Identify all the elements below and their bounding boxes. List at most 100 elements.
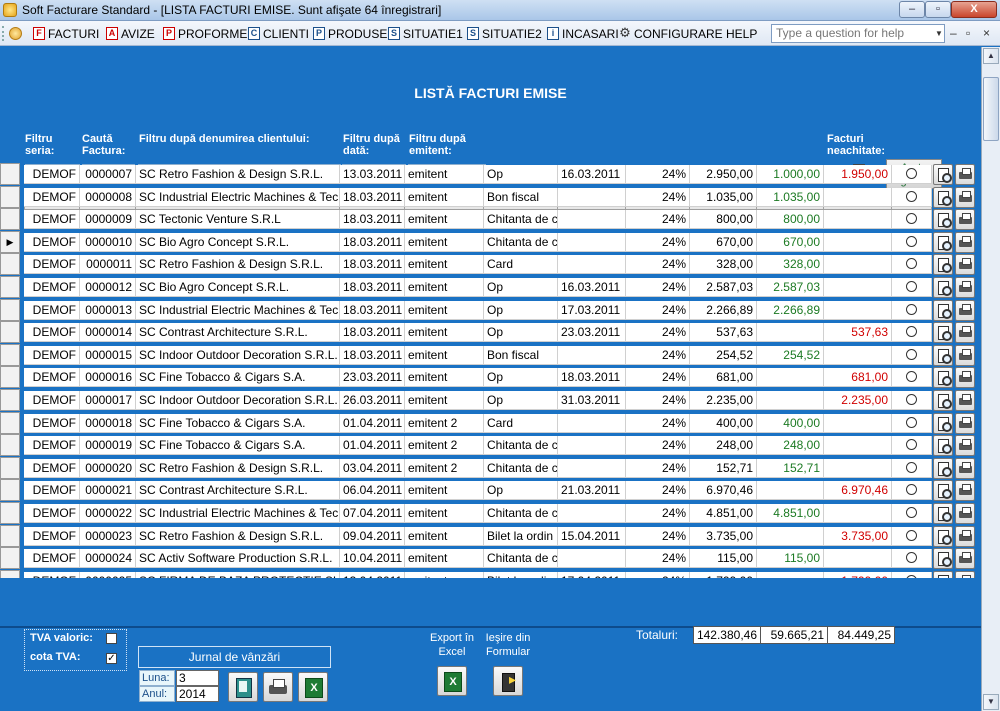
preview-invoice-icon[interactable] xyxy=(933,548,953,570)
cell-suma[interactable]: 1.799,00 xyxy=(690,571,757,578)
cancelled-radio[interactable] xyxy=(906,416,917,428)
cell-tva[interactable]: 24% xyxy=(626,458,690,478)
cell-achitat[interactable]: 248,00 xyxy=(757,436,824,456)
cell-rest[interactable] xyxy=(824,210,892,230)
jurnal-preview-button[interactable] xyxy=(228,672,258,702)
cell-seria[interactable]: DEMOF xyxy=(24,345,80,365)
cell-rest[interactable] xyxy=(824,187,892,207)
cancelled-radio[interactable] xyxy=(906,213,917,225)
table-row[interactable]: DEMOF 0000015 SC Indoor Outdoor Decoration… xyxy=(0,343,981,367)
cell-seria[interactable]: DEMOF xyxy=(24,187,80,207)
cell-termen[interactable]: 15.04.2011 xyxy=(558,526,626,546)
cell-tva[interactable]: 24% xyxy=(626,549,690,569)
row-selector[interactable] xyxy=(0,411,20,434)
cancelled-radio[interactable] xyxy=(906,348,917,360)
cell-rest[interactable]: 2.235,00 xyxy=(824,391,892,410)
cell-nr-fact-[interactable]: 0000011 xyxy=(80,255,136,275)
cell-plata[interactable]: Card xyxy=(484,413,558,433)
cell-seria[interactable]: DEMOF xyxy=(24,549,80,569)
cell-suma[interactable]: 681,00 xyxy=(690,368,757,388)
cell-plata[interactable]: Op xyxy=(484,300,558,320)
cell-termen[interactable] xyxy=(558,549,626,569)
cell-tva[interactable]: 24% xyxy=(626,391,690,410)
cell-seria[interactable]: DEMOF xyxy=(24,300,80,320)
cell-achitat[interactable] xyxy=(757,526,824,546)
menu-help[interactable]: HELP xyxy=(726,25,757,42)
row-selector[interactable] xyxy=(0,366,20,389)
cell-seria[interactable]: DEMOF xyxy=(24,232,80,252)
cell-client[interactable]: SC Bio Agro Concept S.R.L. xyxy=(136,232,340,252)
cell-suma[interactable]: 2.587,03 xyxy=(690,278,757,297)
cell-termen[interactable]: 16.03.2011 xyxy=(558,165,626,184)
cell-data[interactable]: 18.03.2011 xyxy=(340,210,405,230)
cell-client[interactable]: SC Retro Fashion & Design S.R.L. xyxy=(136,526,340,546)
cell-client[interactable]: SC Retro Fashion & Design S.R.L. xyxy=(136,165,340,184)
menu-situatie2[interactable]: S SITUATIE2 xyxy=(467,25,542,42)
cell-nr-fact-[interactable]: 0000014 xyxy=(80,323,136,343)
cell-emitent[interactable]: emitent xyxy=(405,323,484,343)
cell-termen[interactable] xyxy=(558,345,626,365)
cell-termen[interactable] xyxy=(558,210,626,230)
cell-emitent[interactable]: emitent xyxy=(405,187,484,207)
print-invoice-icon[interactable] xyxy=(955,390,975,411)
cell-termen[interactable] xyxy=(558,413,626,433)
cell-nr-fact-[interactable]: 0000022 xyxy=(80,504,136,523)
cell-tva[interactable]: 24% xyxy=(626,504,690,523)
cell-data[interactable]: 01.04.2011 xyxy=(340,413,405,433)
cell-seria[interactable]: DEMOF xyxy=(24,368,80,388)
cell-emitent[interactable]: emitent xyxy=(405,278,484,297)
menu-situatie1[interactable]: S SITUATIE1 xyxy=(388,25,463,42)
cell-plata[interactable]: Bon fiscal xyxy=(484,345,558,365)
cell-rest[interactable]: 1.950,00 xyxy=(824,165,892,184)
cell-client[interactable]: SC Fine Tobacco & Cigars S.A. xyxy=(136,368,340,388)
toolbar-grip[interactable] xyxy=(2,26,5,41)
preview-invoice-icon[interactable] xyxy=(933,390,953,411)
print-invoice-icon[interactable] xyxy=(955,480,975,502)
cell-suma[interactable]: 800,00 xyxy=(690,210,757,230)
cancelled-radio[interactable] xyxy=(906,258,917,270)
cell-nr-fact-[interactable]: 0000007 xyxy=(80,165,136,184)
cell-client[interactable]: SC Industrial Electric Machines & Tech xyxy=(136,300,340,320)
cell-emitent[interactable]: emitent xyxy=(405,210,484,230)
cell-achitat[interactable]: 328,00 xyxy=(757,255,824,275)
cell-tva[interactable]: 24% xyxy=(626,323,690,343)
print-invoice-icon[interactable] xyxy=(955,435,975,457)
row-selector[interactable] xyxy=(0,434,20,457)
cell-data[interactable]: 26.03.2011 xyxy=(340,391,405,410)
cell-data[interactable]: 18.03.2011 xyxy=(340,323,405,343)
cell-data[interactable]: 18.03.2011 xyxy=(340,232,405,252)
mdi-close-button[interactable]: × xyxy=(983,26,990,40)
cancelled-radio[interactable] xyxy=(906,281,917,292)
jurnal-print-button[interactable] xyxy=(263,672,293,702)
cell-plata[interactable]: Chitanta de c xyxy=(484,458,558,478)
print-invoice-icon[interactable] xyxy=(955,570,975,578)
restore-button[interactable]: ▫ xyxy=(925,1,951,18)
cell-nr-fact-[interactable]: 0000008 xyxy=(80,187,136,207)
table-row[interactable]: DEMOF 0000009 SC Tectonic Venture S.R.L 18.… xyxy=(0,208,981,231)
cell-suma[interactable]: 248,00 xyxy=(690,436,757,456)
cell-achitat[interactable]: 4.851,00 xyxy=(757,504,824,523)
cell-suma[interactable]: 6.970,46 xyxy=(690,481,757,501)
cell-plata[interactable]: Op xyxy=(484,481,558,501)
cancelled-radio[interactable] xyxy=(906,507,917,518)
row-selector[interactable] xyxy=(0,524,20,547)
cell-tva[interactable]: 24% xyxy=(626,255,690,275)
cell-nr-fact-[interactable]: 0000020 xyxy=(80,458,136,478)
cell-termen[interactable] xyxy=(558,187,626,207)
cell-client[interactable]: SC Retro Fashion & Design S.R.L. xyxy=(136,458,340,478)
print-invoice-icon[interactable] xyxy=(955,277,975,298)
cell-emitent[interactable]: emitent xyxy=(405,300,484,320)
preview-invoice-icon[interactable] xyxy=(933,480,953,502)
cancelled-radio[interactable] xyxy=(906,326,917,338)
cell-seria[interactable]: DEMOF xyxy=(24,210,80,230)
cell-client[interactable]: SC Activ Software Production S.R.L. xyxy=(136,549,340,569)
preview-invoice-icon[interactable] xyxy=(933,570,953,578)
print-invoice-icon[interactable] xyxy=(955,503,975,524)
cell-tva[interactable]: 24% xyxy=(626,526,690,546)
cell-emitent[interactable]: emitent 2 xyxy=(405,458,484,478)
cell-client[interactable]: SC Bio Agro Concept S.R.L. xyxy=(136,278,340,297)
cell-data[interactable]: 18.03.2011 xyxy=(340,255,405,275)
table-row[interactable]: DEMOF 0000008 SC Industrial Electric Machi… xyxy=(0,185,981,209)
cell-achitat[interactable]: 2.587,03 xyxy=(757,278,824,297)
cell-nr-fact-[interactable]: 0000024 xyxy=(80,549,136,569)
